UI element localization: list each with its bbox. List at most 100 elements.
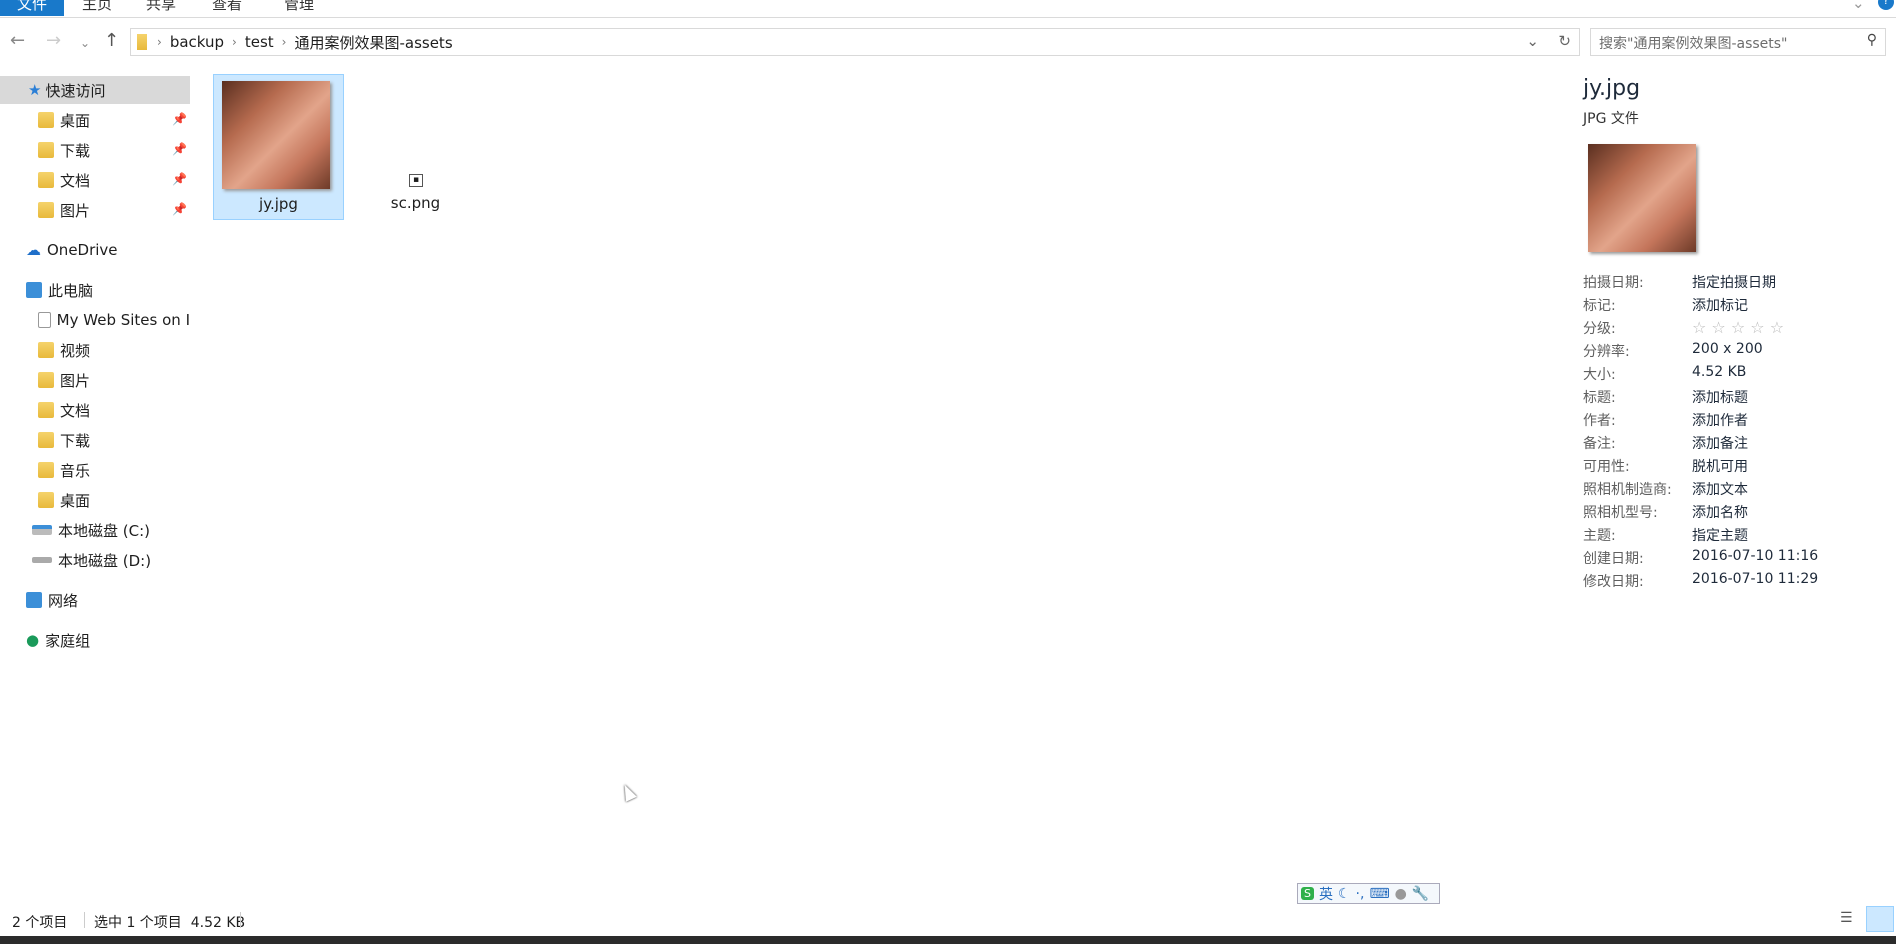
pin-icon[interactable]: 📌 (172, 202, 187, 216)
search-input[interactable]: 搜索"通用案例效果图-assets" ⚲ (1590, 28, 1886, 56)
divider (240, 912, 241, 928)
breadcrumb-test[interactable]: test (245, 33, 274, 51)
tab-view[interactable]: 查看 (212, 0, 242, 16)
sidebar-item-label: 下载 (60, 141, 91, 160)
chevron-right-icon: › (281, 35, 287, 49)
back-button[interactable]: ← (10, 30, 25, 51)
pin-icon[interactable]: 📌 (172, 172, 187, 186)
address-bar[interactable]: › backup › test › 通用案例效果图-assets ⌄ ↻ (130, 28, 1580, 56)
up-button[interactable]: ↑ (104, 30, 119, 51)
sidebar-item-videos[interactable]: 视频 (38, 336, 90, 364)
sidebar-item-downloads[interactable]: 下载 (38, 136, 90, 164)
tab-share[interactable]: 共享 (146, 0, 176, 16)
ime-mode[interactable]: 英 (1319, 884, 1333, 904)
address-dropdown-icon[interactable]: ⌄ (1526, 32, 1539, 50)
tab-file[interactable]: 文件 (0, 0, 64, 16)
documents-folder-icon (38, 172, 54, 188)
desktop-folder-icon (38, 112, 54, 128)
ime-toolbar[interactable]: S 英 ☾ ·, ⌨ ● 🔧 (1297, 883, 1440, 904)
pin-icon[interactable]: 📌 (172, 142, 187, 156)
rating-stars[interactable]: ☆ ☆ ☆ ☆ ☆ (1692, 318, 1784, 337)
user-icon[interactable]: ● (1395, 886, 1407, 902)
keyboard-icon[interactable]: ⌨ (1369, 886, 1389, 902)
property-label: 作者: (1583, 413, 1616, 429)
property-value[interactable]: 指定主题 (1692, 525, 1748, 545)
sidebar-item-music[interactable]: 音乐 (38, 456, 90, 484)
folder-icon (137, 34, 147, 50)
sidebar-item-pictures[interactable]: 图片 (38, 196, 90, 224)
search-icon[interactable]: ⚲ (1867, 32, 1877, 48)
selection-info: 选中 1 个项目 4.52 KB (94, 915, 246, 931)
sidebar-item-label: 本地磁盘 (C:) (58, 521, 150, 540)
property-value[interactable]: 指定拍摄日期 (1692, 272, 1776, 292)
punctuation-icon[interactable]: ·, (1356, 886, 1365, 902)
breadcrumb-backup[interactable]: backup (170, 33, 224, 51)
sidebar-item-drive-c[interactable]: 本地磁盘 (C:) (32, 516, 150, 544)
property-value[interactable]: 添加文本 (1692, 479, 1748, 499)
property-value[interactable]: 脱机可用 (1692, 456, 1748, 476)
sidebar-item-documents[interactable]: 文档 (38, 166, 90, 194)
desktop-folder-icon (38, 492, 54, 508)
sidebar-item-label: 音乐 (60, 461, 91, 480)
large-icons-view-icon[interactable] (1866, 906, 1894, 932)
item-count: 2 个项目 (12, 915, 68, 931)
property-label: 标题: (1583, 390, 1616, 406)
sogou-icon[interactable]: S (1301, 887, 1314, 900)
property-label: 大小: (1583, 367, 1616, 383)
property-value[interactable]: 2016-07-10 11:16 (1692, 548, 1818, 564)
property-value[interactable]: 添加标记 (1692, 295, 1748, 315)
sidebar-item-label: 下载 (60, 431, 91, 450)
details-view-icon[interactable]: ☰ (1840, 910, 1853, 926)
downloads-folder-icon (38, 432, 54, 448)
sidebar-item-label: 文档 (60, 171, 91, 190)
sidebar-item-desktop[interactable]: 桌面 (38, 106, 90, 134)
network-icon (26, 592, 42, 608)
refresh-icon[interactable]: ↻ (1558, 32, 1571, 50)
recent-dropdown[interactable]: ⌄ (80, 36, 90, 50)
sidebar-item-drive-d[interactable]: 本地磁盘 (D:) (32, 546, 151, 574)
sidebar-item-network[interactable]: 网络 (26, 586, 78, 614)
sidebar-item-label: 图片 (60, 201, 91, 220)
pin-icon[interactable]: 📌 (172, 112, 187, 126)
sidebar-item-desktop-pc[interactable]: 桌面 (38, 486, 90, 514)
property-label: 修改日期: (1583, 574, 1644, 590)
moon-icon[interactable]: ☾ (1338, 886, 1351, 902)
file-item-jy[interactable]: jy.jpg (213, 74, 344, 220)
documents-folder-icon (38, 402, 54, 418)
property-value[interactable]: 添加作者 (1692, 410, 1748, 430)
sidebar-item-label: 桌面 (60, 491, 91, 510)
sidebar-item-documents-pc[interactable]: 文档 (38, 396, 90, 424)
star-icon: ★ (28, 81, 42, 99)
details-filetype: JPG 文件 (1583, 111, 1639, 127)
property-value[interactable]: 添加标题 (1692, 387, 1748, 407)
forward-button[interactable]: → (46, 30, 61, 51)
help-icon[interactable]: ? (1878, 0, 1894, 10)
file-item-sc[interactable]: ▪ sc.png (350, 74, 481, 220)
property-label: 备注: (1583, 436, 1616, 452)
breadcrumb-current[interactable]: 通用案例效果图-assets (294, 32, 452, 53)
property-value[interactable]: 4.52 KB (1692, 364, 1746, 380)
sidebar-item-pictures-pc[interactable]: 图片 (38, 366, 90, 394)
computer-icon (26, 282, 42, 298)
property-value[interactable]: 2016-07-10 11:29 (1692, 571, 1818, 587)
sidebar-item-label: 此电脑 (48, 281, 94, 300)
tab-manage[interactable]: 管理 (284, 0, 314, 16)
sidebar-item-label: 网络 (48, 591, 79, 610)
property-label: 可用性: (1583, 459, 1630, 475)
sidebar-item-downloads-pc[interactable]: 下载 (38, 426, 90, 454)
tab-home[interactable]: 主页 (82, 0, 112, 16)
sidebar-item-quick-access[interactable]: ★ 快速访问 (0, 76, 190, 104)
sidebar-item-this-pc[interactable]: 此电脑 (26, 276, 93, 304)
sidebar-item-label: My Web Sites on I (56, 311, 190, 329)
sidebar-item-onedrive[interactable]: ☁ OneDrive (26, 236, 118, 264)
chevron-right-icon: › (232, 35, 237, 49)
wrench-icon[interactable]: 🔧 (1412, 886, 1429, 902)
property-value[interactable]: 200 x 200 (1692, 341, 1763, 357)
sidebar-item-homegroup[interactable]: ● 家庭组 (26, 626, 90, 654)
status-bar: 2 个项目 选中 1 个项目 4.52 KB ☰ (0, 906, 1896, 936)
sidebar-item-my-web-sites[interactable]: My Web Sites on I (38, 306, 190, 334)
chevron-down-icon[interactable]: ⌄ (1852, 0, 1865, 12)
property-label: 拍摄日期: (1583, 275, 1644, 291)
property-value[interactable]: 添加备注 (1692, 433, 1748, 453)
property-value[interactable]: 添加名称 (1692, 502, 1748, 522)
